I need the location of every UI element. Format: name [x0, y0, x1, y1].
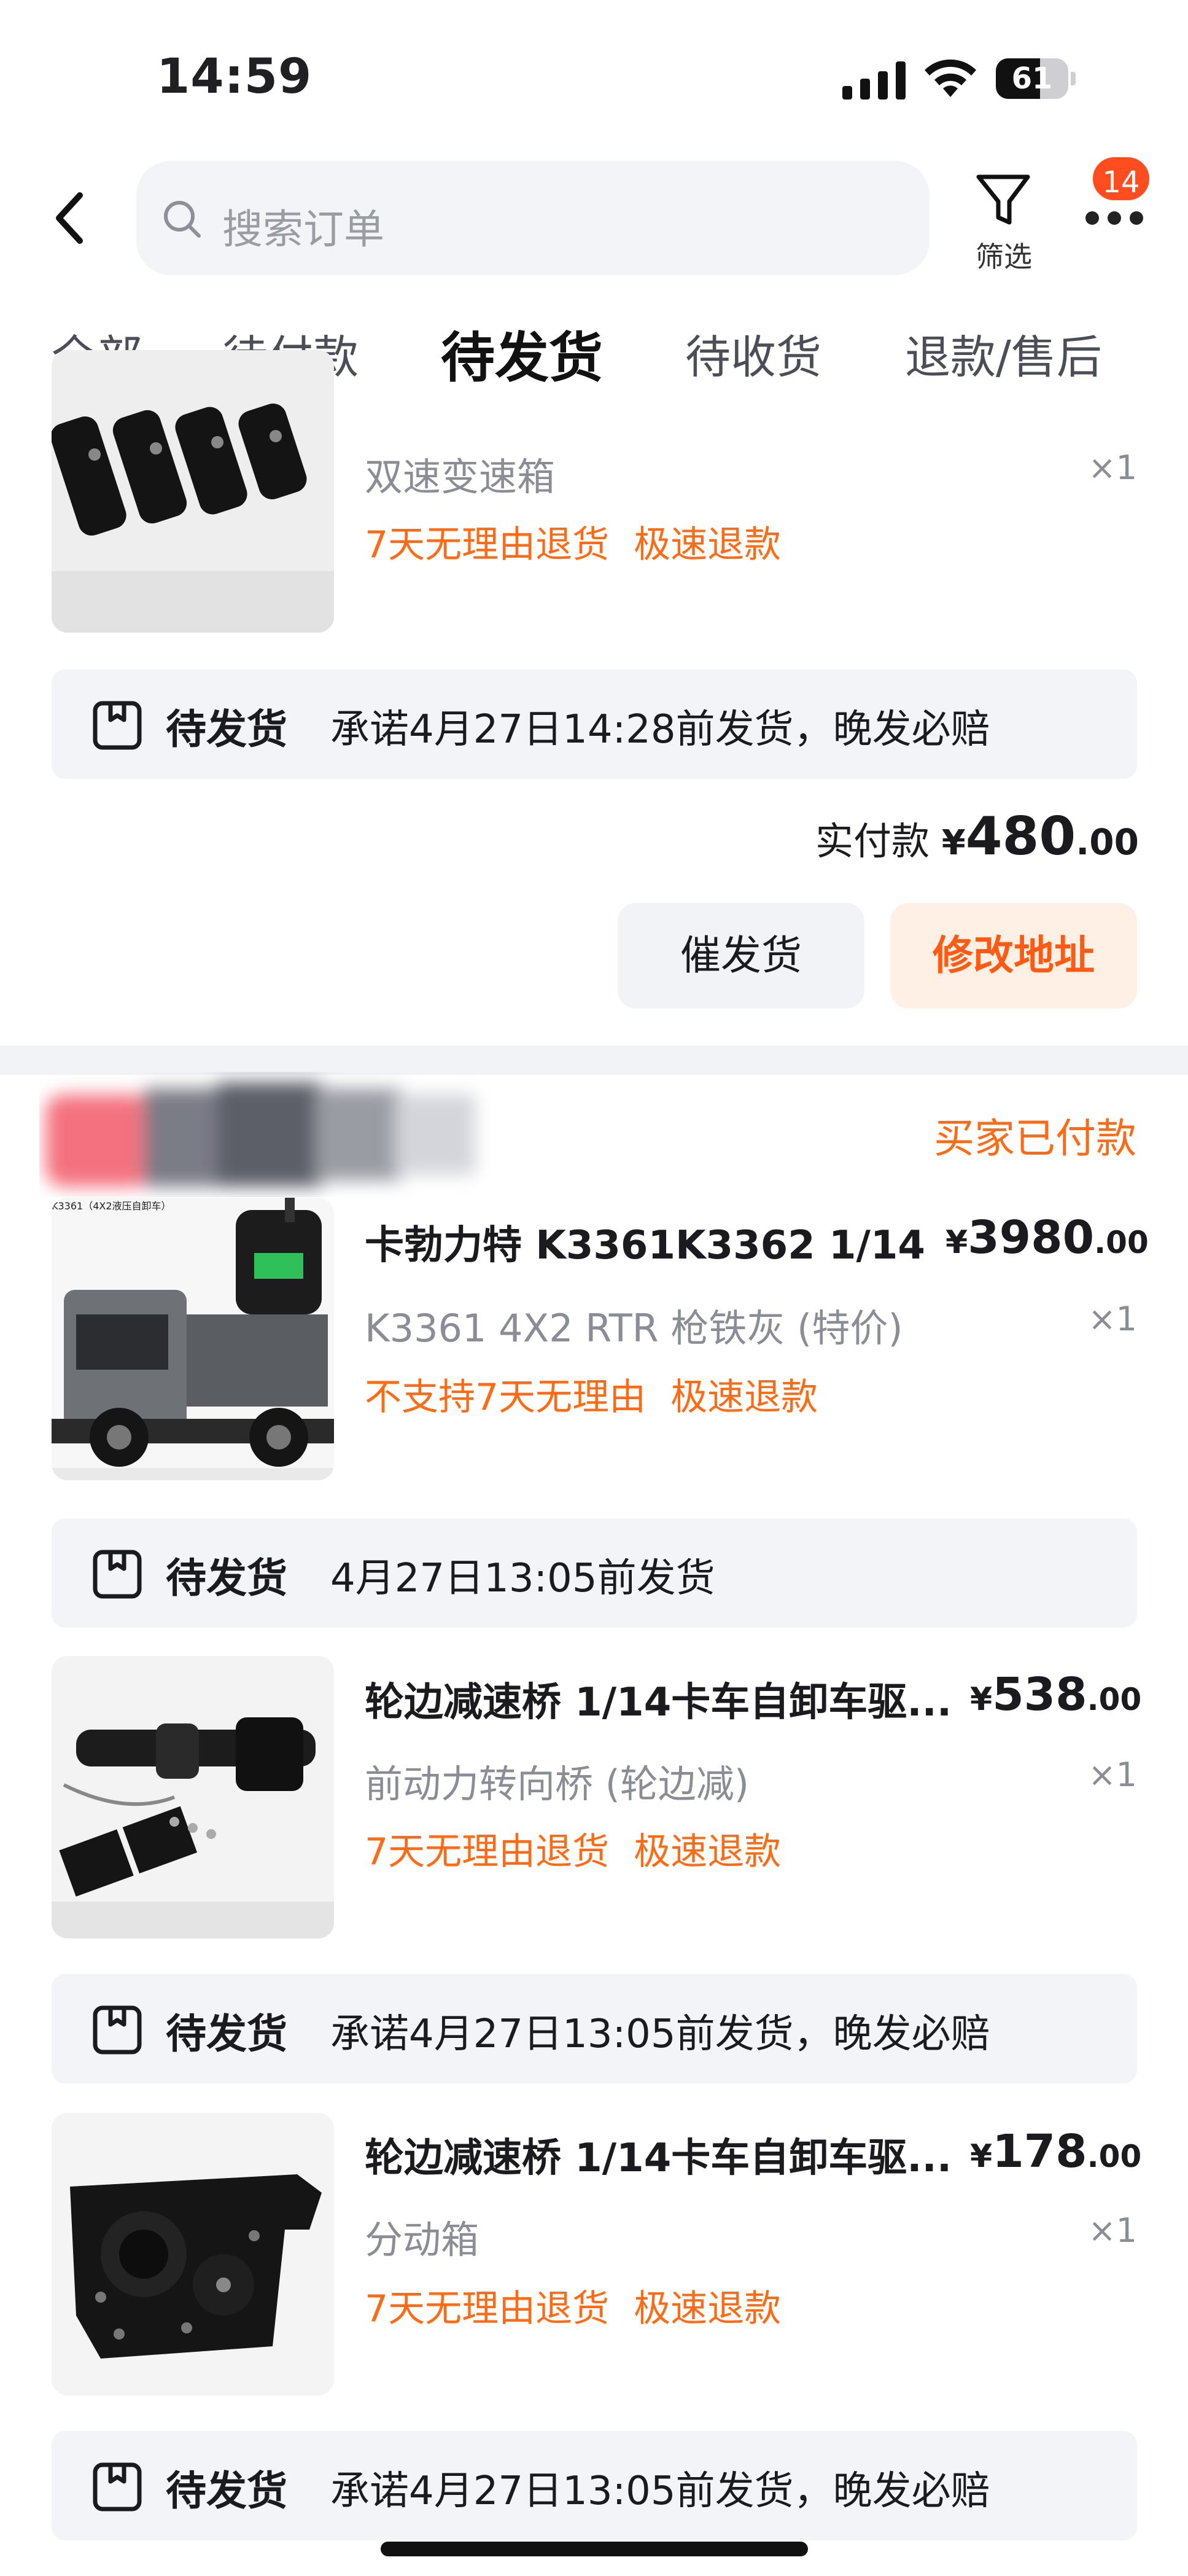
message-badge: 14 [1089, 154, 1153, 204]
search-input[interactable]: 搜索订单 [136, 161, 930, 275]
shipping-status-bar: 待发货 承诺4月27日13:05前发货，晚发必赔 [52, 2431, 1137, 2540]
package-icon [93, 1550, 142, 1599]
tab-pending-receipt[interactable]: 待收货 [685, 321, 821, 386]
thumbnail-caption: K3361（4X2液压自卸车） [52, 1200, 171, 1212]
product-thumbnail[interactable]: K3361（4X2液压自卸车） [52, 1198, 334, 1480]
wifi-icon [925, 59, 976, 97]
shipping-status: 待发货 [166, 1555, 287, 1602]
tag-fast-refund: 极速退款 [670, 1376, 818, 1419]
filter-button[interactable]: 筛选 [970, 166, 1038, 276]
tag-return-policy: 不支持7天无理由 [365, 1376, 646, 1419]
package-icon [93, 2005, 142, 2055]
total-label: 实付款 [815, 819, 930, 864]
product-thumbnail[interactable] [52, 2113, 334, 2395]
tag-fast-refund: 极速退款 [634, 523, 782, 566]
total-currency: ¥ [941, 823, 966, 863]
tag-fast-refund: 极速退款 [634, 2287, 782, 2330]
shipping-status-bar: 待发货 4月27日13:05前发货 [52, 1518, 1137, 1628]
order-list-page: 14:59 61 搜索订单 筛选 14 待发货 待收货 退款/售后 双速变速箱 … [0, 0, 1188, 2576]
product-quantity: ×1 [1088, 1300, 1137, 1338]
product-quantity: ×1 [1088, 448, 1137, 487]
product-spec: 分动箱 [365, 2217, 479, 2262]
package-icon [93, 701, 142, 750]
shop-name-blurred [39, 1070, 494, 1205]
tab-refund-aftersale[interactable]: 退款/售后 [905, 321, 1102, 386]
shipping-status: 待发货 [166, 706, 287, 753]
gearbox-product-image [52, 350, 334, 633]
filter-icon [976, 174, 1030, 225]
tab-pending-shipment[interactable]: 待发货 [441, 314, 603, 392]
product-quantity: ×1 [1088, 1755, 1137, 1794]
modify-address-button[interactable]: 修改地址 [890, 903, 1137, 1009]
shipping-status: 待发货 [166, 2467, 287, 2515]
home-indicator[interactable] [381, 2542, 808, 2556]
filter-label: 筛选 [976, 240, 1032, 273]
truck-product-image [52, 1198, 334, 1480]
product-spec: 双速变速箱 [365, 455, 556, 499]
order-total: 实付款 ¥480.00 [815, 806, 1139, 867]
product-name[interactable]: 轮边减速桥 1/14卡车自卸车驱... [365, 1671, 960, 1727]
order-status: 买家已付款 [934, 1115, 1136, 1162]
product-spec: 前动力转向桥 (轮边减) [365, 1762, 750, 1806]
product-spec: K3361 4X2 RTR 枪铁灰 (特价) [365, 1306, 903, 1351]
tag-return-policy: 7天无理由退货 [365, 2287, 610, 2330]
search-placeholder: 搜索订单 [222, 206, 384, 253]
back-arrow-icon[interactable] [52, 190, 88, 246]
tag-return-policy: 7天无理由退货 [365, 1830, 610, 1873]
tag-return-policy: 7天无理由退货 [365, 523, 610, 566]
service-tags: 7天无理由退货 极速退款 [365, 515, 806, 568]
total-amount: 480 [965, 806, 1076, 867]
product-name[interactable]: 轮边减速桥 1/14卡车自卸车驱... [365, 2126, 960, 2183]
status-bar: 14:59 61 [0, 0, 1188, 147]
remind-shipment-button[interactable]: 催发货 [618, 903, 864, 1009]
status-time: 14:59 [157, 49, 313, 104]
product-price: ¥178.00 [970, 2125, 1142, 2178]
shipping-message: 承诺4月27日14:28前发货，晚发必赔 [330, 707, 990, 752]
battery-level: 61 [1011, 61, 1053, 96]
product-quantity: ×1 [1088, 2211, 1137, 2250]
product-name[interactable]: 卡勃力特 K3361K3362 1/14 ... [365, 1214, 942, 1270]
search-icon [164, 201, 201, 238]
axle-product-image [52, 1656, 334, 1938]
shipping-status-bar: 待发货 承诺4月27日13:05前发货，晚发必赔 [52, 1974, 1137, 2083]
shipping-status-bar: 待发货 承诺4月27日14:28前发货，晚发必赔 [52, 669, 1137, 779]
cellular-signal-icon [842, 61, 906, 100]
shipping-message: 承诺4月27日13:05前发货，晚发必赔 [330, 2469, 990, 2514]
shipping-message: 4月27日13:05前发货 [330, 1556, 715, 1601]
battery-icon: 61 [996, 58, 1076, 99]
shipping-message: 承诺4月27日13:05前发货，晚发必赔 [330, 2012, 990, 2057]
service-tags: 7天无理由退货 极速退款 [365, 2279, 806, 2332]
shipping-status: 待发货 [166, 2010, 287, 2058]
total-decimal: .00 [1076, 821, 1139, 863]
service-tags: 7天无理由退货 极速退款 [365, 1822, 806, 1875]
product-thumbnail[interactable] [52, 350, 334, 633]
product-price: ¥538.00 [970, 1668, 1142, 1721]
package-icon [93, 2462, 142, 2512]
service-tags: 不支持7天无理由 极速退款 [365, 1367, 842, 1421]
product-price: ¥3980.00 [945, 1211, 1149, 1264]
transfer-case-product-image [52, 2113, 334, 2395]
product-thumbnail[interactable] [52, 1656, 334, 1938]
tag-fast-refund: 极速退款 [634, 1830, 782, 1873]
